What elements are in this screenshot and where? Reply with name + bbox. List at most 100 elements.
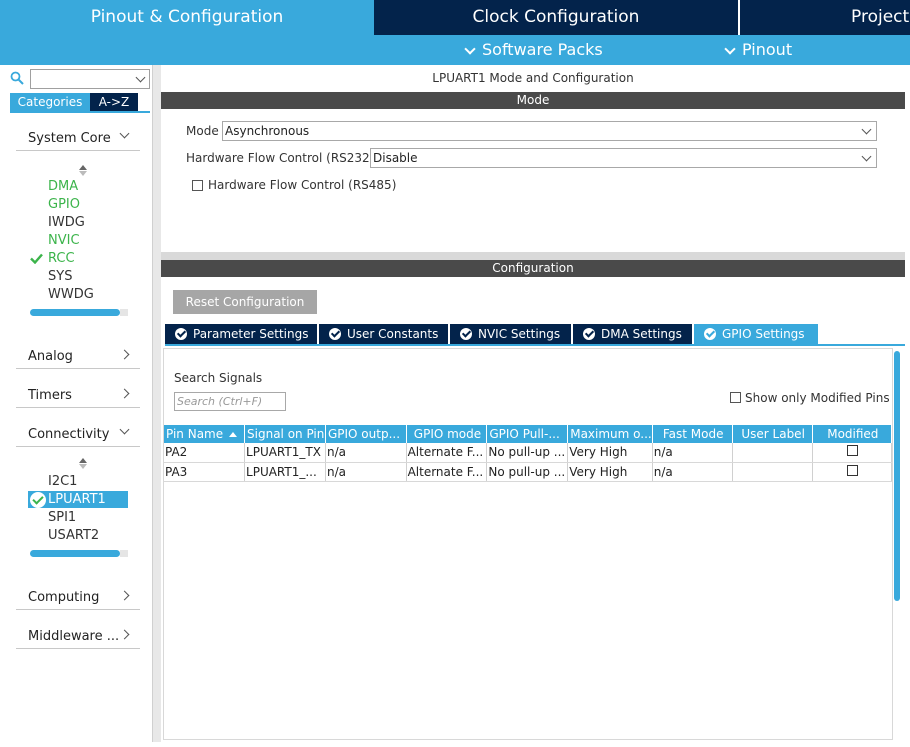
table-row[interactable]: PA3 LPUART1_... n/a Alternate F... No pu… [164,462,893,482]
software-packs-label: Software Packs [482,40,603,59]
periph-gpio[interactable]: GPIO [48,197,80,212]
table-row[interactable]: PA2 LPUART1_TX n/a Alternate F... No pul… [164,443,893,463]
check-circle-icon [329,328,341,340]
cell-pin-name: PA2 [164,443,246,463]
mode-label: Mode [186,124,219,138]
hfc-rs485-checkbox[interactable] [192,180,203,191]
tab-dma-settings[interactable]: DMA Settings [573,324,692,344]
periph-spi1[interactable]: SPI1 [48,510,76,525]
column-header-max-output[interactable]: Maximum o... [567,425,653,443]
sort-ascending-icon [229,432,238,437]
cell-user-label[interactable] [732,462,813,482]
chevron-down-icon [464,42,476,55]
scrollbar-track [120,550,128,557]
reset-configuration-button[interactable]: Reset Configuration [173,290,317,314]
cell-gpio-output: n/a [325,443,407,463]
check-circle-icon [704,328,716,340]
tab-underline [165,344,905,346]
scroll-down-icon[interactable] [79,171,87,176]
tab-pinout-configuration[interactable]: Pinout & Configuration [0,0,374,35]
column-header-pin-name[interactable]: Pin Name [164,425,246,443]
chevron-down-icon[interactable] [135,72,146,83]
column-header-label: Pin Name [166,427,224,441]
show-modified-toggle[interactable]: Show only Modified Pins [730,391,890,405]
cell-gpio-output: n/a [325,462,407,482]
configuration-tabs: Parameter Settings User Constants NVIC S… [165,324,820,344]
tab-gpio-settings[interactable]: GPIO Settings [694,324,818,344]
mode-configuration-panel: LPUART1 Mode and Configuration Mode Mode… [161,65,905,742]
periph-i2c1[interactable]: I2C1 [48,474,77,489]
column-header-gpio-mode[interactable]: GPIO mode [406,425,488,443]
search-icon[interactable] [10,71,24,85]
pinout-menu[interactable]: Pinout [724,35,792,65]
search-signals-input[interactable]: Search (Ctrl+F) [174,392,286,411]
top-tab-bar: Pinout & Configuration Clock Configurati… [0,0,910,35]
section-label: System Core [28,131,111,146]
scroll-up-icon[interactable] [79,165,87,170]
column-header-user-label[interactable]: User Label [732,425,813,443]
periph-wwdg[interactable]: WWDG [48,287,94,302]
show-modified-checkbox[interactable] [730,392,741,403]
cell-gpio-pull: No pull-up ... [486,462,569,482]
tab-a-z[interactable]: A->Z [90,93,138,111]
periph-usart2[interactable]: USART2 [48,528,99,543]
hfc-rs232-select[interactable]: Disable [370,148,877,168]
cell-modified [812,443,893,463]
modified-checkbox[interactable] [846,445,858,457]
category-search [10,69,150,89]
chevron-down-icon [119,424,130,435]
check-circle-icon [583,328,595,340]
tab-user-constants[interactable]: User Constants [319,324,448,344]
scroll-up-icon[interactable] [79,458,87,463]
periph-dma[interactable]: DMA [48,179,78,194]
chevron-right-icon [119,590,130,601]
vertical-scrollbar[interactable] [894,351,900,601]
column-header-gpio-pull[interactable]: GPIO Pull-... [486,425,569,443]
app-window: Pinout & Configuration Clock Configurati… [0,0,910,747]
periph-nvic[interactable]: NVIC [48,233,80,248]
section-computing[interactable]: Computing [16,586,140,610]
periph-sys[interactable]: SYS [48,269,72,284]
sub-nav-bar: Software Packs Pinout [0,35,910,65]
horizontal-scrollbar[interactable] [30,550,128,557]
tab-project[interactable]: Project [738,0,910,35]
column-header-signal[interactable]: Signal on Pin [244,425,326,443]
column-header-fast-mode[interactable]: Fast Mode [652,425,733,443]
mode-select[interactable]: Asynchronous [222,121,877,141]
table-header-row: Pin Name Signal on Pin GPIO outp... GPIO… [164,425,893,443]
hfc-rs232-label: Hardware Flow Control (RS232) [186,151,375,165]
section-middleware[interactable]: Middleware ... [16,625,140,649]
tab-clock-configuration[interactable]: Clock Configuration [374,0,738,35]
panel-divider[interactable] [153,65,161,742]
check-circle-icon [30,492,46,508]
modified-checkbox[interactable] [846,464,858,476]
periph-iwdg[interactable]: IWDG [48,215,85,230]
cell-user-label[interactable] [732,443,813,463]
tab-categories[interactable]: Categories [10,93,90,111]
chevron-right-icon [119,388,130,399]
scroll-down-icon[interactable] [79,464,87,469]
hfc-rs485-label: Hardware Flow Control (RS485) [208,178,397,192]
search-signals-label: Search Signals [174,371,263,385]
section-timers[interactable]: Timers [16,384,140,408]
tab-nvic-settings[interactable]: NVIC Settings [450,324,571,344]
category-tabs: Categories A->Z [10,93,150,113]
software-packs-menu[interactable]: Software Packs [464,35,603,65]
cell-max-output: Very High [567,462,653,482]
section-label: Connectivity [28,427,110,442]
tab-parameter-settings[interactable]: Parameter Settings [165,324,317,344]
tab-label: Parameter Settings [193,327,309,341]
section-system-core[interactable]: System Core [16,127,140,151]
cell-gpio-mode: Alternate F... [406,462,488,482]
column-header-gpio-output[interactable]: GPIO outp... [325,425,407,443]
section-analog[interactable]: Analog [16,345,140,369]
cell-gpio-mode: Alternate F... [406,443,488,463]
section-label: Timers [28,388,72,403]
column-header-modified[interactable]: Modified [812,425,893,443]
panel-splitter[interactable] [161,252,905,260]
pin-table: Pin Name Signal on Pin GPIO outp... GPIO… [164,425,893,482]
periph-rcc[interactable]: RCC [48,251,75,266]
section-connectivity[interactable]: Connectivity [16,423,140,447]
horizontal-scrollbar[interactable] [30,309,128,316]
category-search-input[interactable] [30,69,150,89]
